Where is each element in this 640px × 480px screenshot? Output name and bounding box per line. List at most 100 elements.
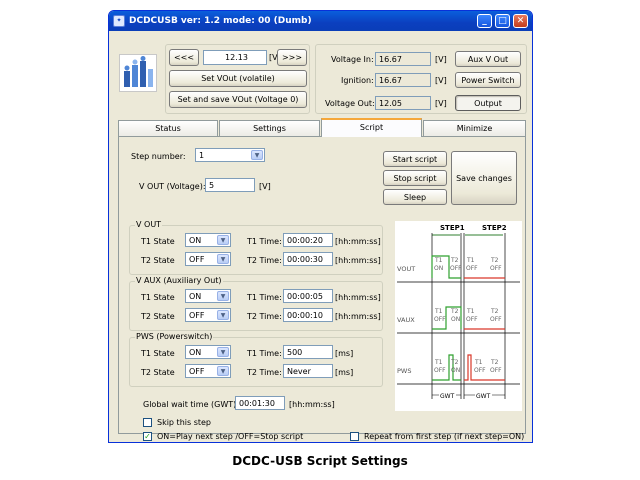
vaux-t2-time-input[interactable]: 00:00:10 bbox=[283, 308, 333, 322]
sleep-button[interactable]: Sleep bbox=[383, 189, 447, 205]
tab-status[interactable]: Status bbox=[118, 120, 218, 136]
pws-t2-state-label: T2 State bbox=[141, 368, 175, 377]
pws-s2-t2-label: T2 bbox=[490, 359, 499, 366]
vaux-t1-state-label: T1 State bbox=[141, 293, 175, 302]
vout-voltage-input[interactable]: 5 bbox=[205, 178, 255, 192]
vaux-group bbox=[129, 281, 383, 331]
row-label-vaux: VAUX bbox=[397, 316, 415, 324]
vaux-t2-state-select[interactable]: OFF ▼ bbox=[185, 308, 231, 322]
voltage-out-unit: [V] bbox=[435, 99, 447, 108]
chevron-down-icon: ▼ bbox=[217, 291, 229, 301]
voltage-out-label: Voltage Out: bbox=[325, 99, 375, 108]
pws-t2-state-select[interactable]: OFF ▼ bbox=[185, 364, 231, 378]
vaux-group-title: V AUX (Auxiliary Out) bbox=[135, 276, 223, 285]
ignition-value: 16.67 bbox=[375, 73, 431, 87]
vaux-t1-state-select[interactable]: ON ▼ bbox=[185, 289, 231, 303]
vaux-t1-state-value: ON bbox=[189, 291, 202, 301]
vout-t2-state-select[interactable]: OFF ▼ bbox=[185, 252, 231, 266]
gwt-label: Global wait time (GWT): bbox=[143, 400, 239, 409]
pws-group-title: PWS (Powerswitch) bbox=[135, 332, 214, 341]
minimize-button[interactable]: _ bbox=[477, 14, 492, 28]
chevron-down-icon: ▼ bbox=[251, 150, 263, 160]
vout-setpoint-field[interactable]: 12.13 bbox=[203, 50, 267, 65]
repeat-label: Repeat from first step (if next step=ON) bbox=[364, 432, 525, 441]
save-changes-button[interactable]: Save changes bbox=[451, 151, 517, 205]
pws-t1-state-select[interactable]: ON ▼ bbox=[185, 345, 231, 359]
pws-t2-time-input[interactable]: Never bbox=[283, 364, 333, 378]
pws-s2-off2-label: OFF bbox=[490, 367, 502, 374]
vaux-t1-time-unit: [hh:mm:ss] bbox=[335, 293, 381, 302]
vout-t2-state-label: T2 State bbox=[141, 256, 175, 265]
voltage-in-value: 16.67 bbox=[375, 52, 431, 66]
vout-off-label: OFF bbox=[450, 265, 462, 272]
pws-t1-time-input[interactable]: 500 bbox=[283, 345, 333, 359]
gwt-label-1: GWT bbox=[440, 393, 455, 400]
tab-script[interactable]: Script bbox=[321, 118, 422, 137]
pws-t1-state-label: T1 State bbox=[141, 349, 175, 358]
pws-t2-time-unit: [ms] bbox=[335, 368, 354, 377]
skip-step-checkbox[interactable] bbox=[143, 418, 152, 427]
title-bar[interactable]: ✦ DCDCUSB ver: 1.2 mode: 00 (Dumb) _ □ ✕ bbox=[109, 11, 532, 31]
decrease-vout-button[interactable]: <<< bbox=[169, 49, 199, 66]
stop-script-button[interactable]: Stop script bbox=[383, 170, 447, 186]
play-next-step-label: ON=Play next step /OFF=Stop script bbox=[157, 432, 304, 441]
vout-t1-state-select[interactable]: ON ▼ bbox=[185, 233, 231, 247]
ignition-label: Ignition: bbox=[341, 76, 374, 85]
pws-t2-state-value: OFF bbox=[189, 366, 205, 376]
script-panel: Step number: 1 ▼ V OUT (Voltage): 5 [V] … bbox=[118, 136, 526, 441]
vaux-t2-label: T2 bbox=[450, 308, 459, 315]
row-label-pws: PWS bbox=[397, 367, 411, 375]
chevron-down-icon: ▼ bbox=[217, 366, 229, 376]
vout-t2-time-input[interactable]: 00:00:30 bbox=[283, 252, 333, 266]
app-window: ✦ DCDCUSB ver: 1.2 mode: 00 (Dumb) _ □ ✕… bbox=[108, 10, 533, 443]
set-vout-volatile-button[interactable]: Set VOut (volatile) bbox=[169, 70, 307, 87]
vout-voltage-unit: [V] bbox=[259, 182, 271, 191]
app-icon: ✦ bbox=[113, 15, 125, 27]
tab-settings[interactable]: Settings bbox=[219, 120, 320, 136]
vout-t1-time-input[interactable]: 00:00:20 bbox=[283, 233, 333, 247]
start-script-button[interactable]: Start script bbox=[383, 151, 447, 167]
chevron-down-icon: ▼ bbox=[217, 235, 229, 245]
dcdc-logo-icon bbox=[119, 54, 157, 92]
step-number-select[interactable]: 1 ▼ bbox=[195, 148, 265, 162]
vout-s2-t2-label: T2 bbox=[490, 257, 499, 264]
vaux-t2-state-value: OFF bbox=[189, 310, 205, 320]
vout-t1-time-unit: [hh:mm:ss] bbox=[335, 237, 381, 246]
diagram-step2-label: STEP2 bbox=[482, 224, 507, 232]
step-number-value: 1 bbox=[199, 150, 205, 160]
vout-voltage-label: V OUT (Voltage): bbox=[139, 182, 206, 191]
vaux-t2-state-label: T2 State bbox=[141, 312, 175, 321]
chevron-down-icon: ▼ bbox=[217, 347, 229, 357]
vout-t2-time-label: T2 Time: bbox=[247, 256, 282, 265]
pws-s2-off1-label: OFF bbox=[474, 367, 486, 374]
pws-t1-label: T1 bbox=[434, 359, 443, 366]
voltage-in-unit: [V] bbox=[435, 55, 447, 64]
chevron-down-icon: ▼ bbox=[217, 310, 229, 320]
repeat-checkbox[interactable] bbox=[350, 432, 359, 441]
vaux-s2-off2-label: OFF bbox=[490, 316, 502, 323]
vaux-s2-t2-label: T2 bbox=[490, 308, 499, 315]
vaux-off1-label: OFF bbox=[434, 316, 446, 323]
gwt-unit: [hh:mm:ss] bbox=[289, 400, 335, 409]
vaux-t1-time-label: T1 Time: bbox=[247, 293, 282, 302]
output-button[interactable]: Output bbox=[455, 95, 521, 111]
play-next-step-checkbox[interactable]: ✓ bbox=[143, 432, 152, 441]
power-switch-button[interactable]: Power Switch bbox=[455, 72, 521, 88]
voltage-in-label: Voltage In: bbox=[331, 55, 374, 64]
close-button[interactable]: ✕ bbox=[513, 14, 528, 28]
aux-vout-button[interactable]: Aux V Out bbox=[455, 51, 521, 67]
pws-group bbox=[129, 337, 383, 387]
timing-diagram: STEP1 STEP2 VOUT VAUX PWS T1ON T2OFF T1O… bbox=[395, 221, 522, 411]
window-title: DCDCUSB ver: 1.2 mode: 00 (Dumb) bbox=[129, 16, 312, 26]
increase-vout-button[interactable]: >>> bbox=[277, 49, 307, 66]
gwt-input[interactable]: 00:01:30 bbox=[235, 396, 285, 410]
tab-minimize[interactable]: Minimize bbox=[423, 120, 526, 136]
voltage-out-value: 12.05 bbox=[375, 96, 431, 110]
vaux-t1-time-input[interactable]: 00:00:05 bbox=[283, 289, 333, 303]
chevron-down-icon: ▼ bbox=[217, 254, 229, 264]
set-save-vout-button[interactable]: Set and save VOut (Voltage 0) bbox=[169, 91, 307, 108]
ignition-unit: [V] bbox=[435, 76, 447, 85]
vout-s2-t1-label: T1 bbox=[466, 257, 475, 264]
pws-t1-state-value: ON bbox=[189, 347, 202, 357]
maximize-button[interactable]: □ bbox=[495, 14, 510, 28]
